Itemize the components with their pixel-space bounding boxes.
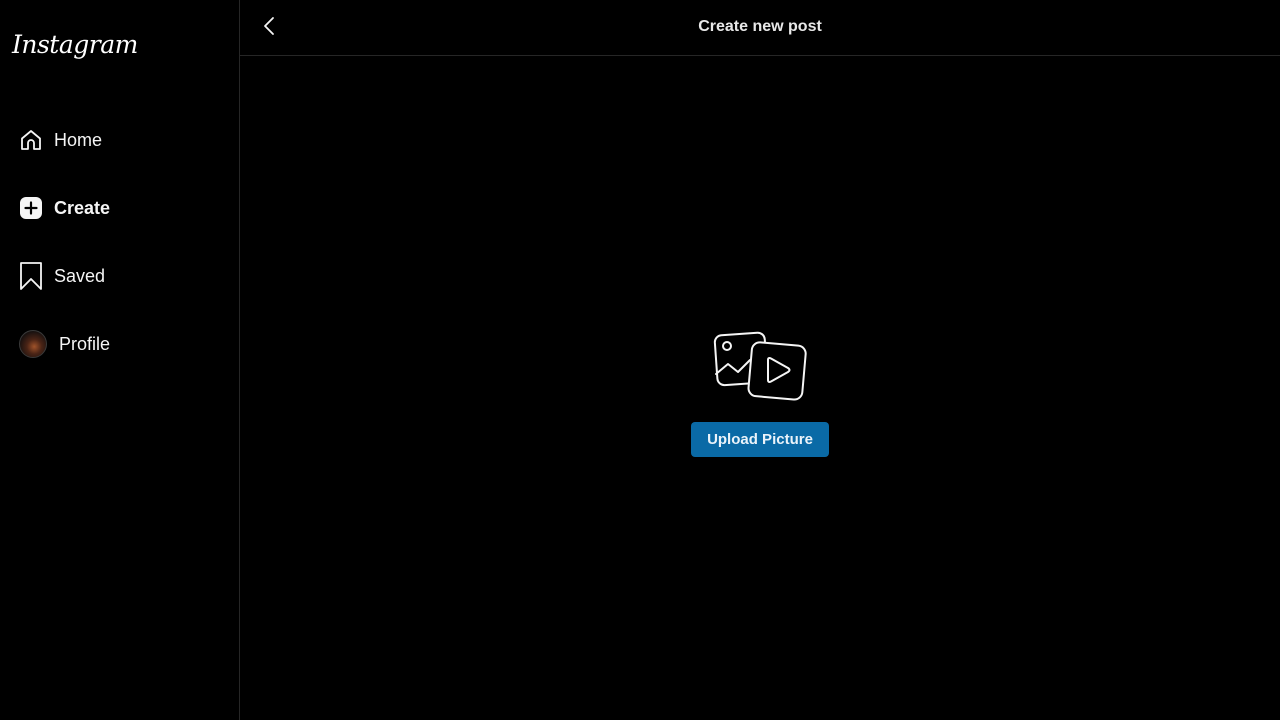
plus-square-icon <box>18 195 44 221</box>
sidebar-item-home[interactable]: Home <box>0 118 239 162</box>
upload-picture-button[interactable]: Upload Picture <box>691 422 829 457</box>
home-icon <box>18 127 44 153</box>
sidebar-item-label: Home <box>54 129 103 150</box>
instagram-logo[interactable]: Instagram <box>12 30 138 59</box>
sidebar: Instagram Home Create Saved Profile <box>0 0 240 720</box>
create-post-header: Create new post <box>240 0 1280 56</box>
app-root: Instagram Home Create Saved Profile Crea… <box>0 0 1280 720</box>
sidebar-item-saved[interactable]: Saved <box>0 254 239 298</box>
sidebar-nav: Home Create Saved Profile <box>0 118 239 390</box>
page-title: Create new post <box>698 18 822 35</box>
sidebar-item-label: Saved <box>54 265 106 286</box>
upload-area: Upload Picture <box>240 330 1280 457</box>
bookmark-icon <box>18 262 44 290</box>
sidebar-item-label: Profile <box>59 333 111 354</box>
photo-video-icon <box>712 330 808 409</box>
main-content: Create new post Upload Picture <box>240 0 1280 720</box>
sidebar-item-label: Create <box>54 197 111 218</box>
sidebar-item-profile[interactable]: Profile <box>0 322 239 366</box>
avatar <box>19 330 47 358</box>
sidebar-item-create[interactable]: Create <box>0 186 239 230</box>
